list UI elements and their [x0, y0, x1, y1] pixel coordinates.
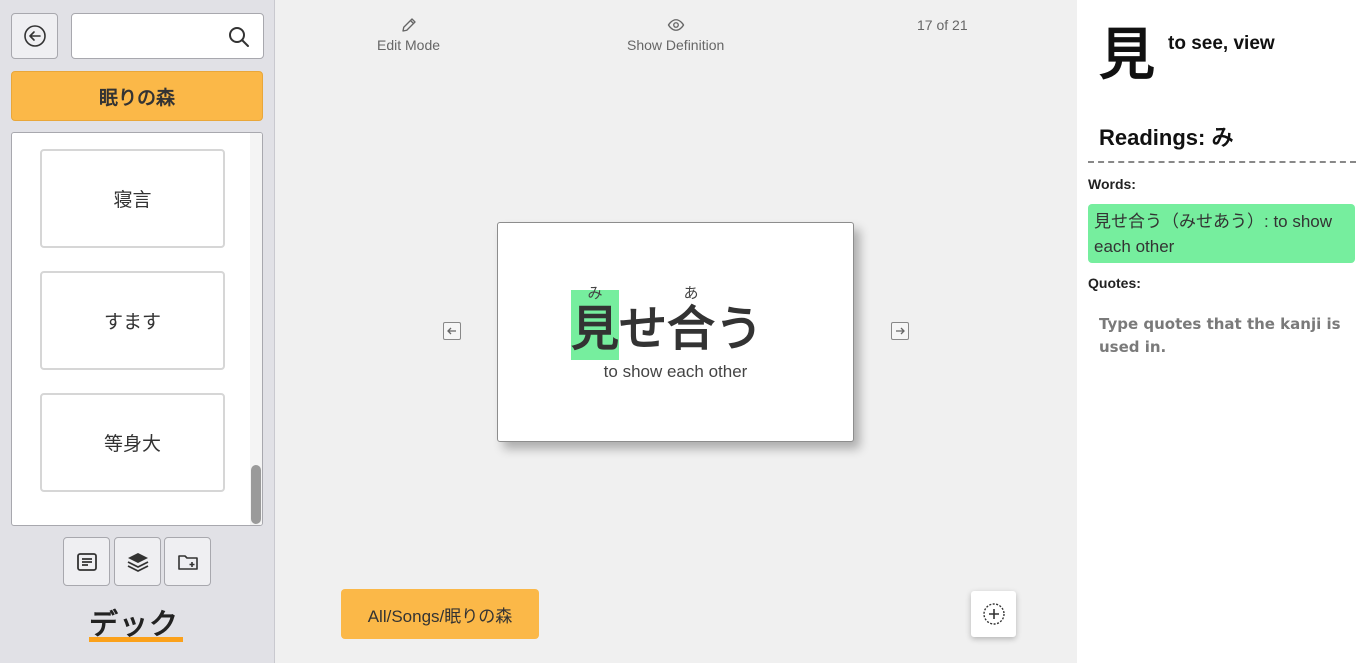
back-button[interactable]	[11, 13, 58, 59]
eye-icon	[667, 19, 684, 31]
card-list-item[interactable]: すます	[40, 271, 225, 370]
kanji-readings: Readings: み	[1099, 125, 1234, 150]
flashcard-definition: to show each other	[603, 362, 748, 381]
flashcard-char: う	[715, 290, 763, 360]
deck-path-button[interactable]: All/Songs/眠りの森	[341, 589, 539, 639]
search-box	[71, 13, 264, 59]
furigana: あ	[683, 285, 699, 302]
prev-card-button[interactable]	[443, 322, 461, 340]
notes-icon	[76, 552, 97, 571]
kanji-meaning: to see, view	[1168, 33, 1275, 54]
flashcard-word: み 見 せ あ 合 う	[571, 270, 763, 360]
deck-title-button[interactable]: 眠りの森	[11, 71, 263, 121]
arrow-left-icon	[447, 327, 456, 335]
word-entry[interactable]: 見せ合う（みせあう）: to show each other	[1088, 204, 1355, 263]
edit-mode-label: Edit Mode	[377, 37, 441, 53]
quotes-label: Quotes:	[1088, 275, 1141, 291]
card-list-item[interactable]: 寝言	[40, 149, 225, 248]
show-definition-button[interactable]: Show Definition	[627, 16, 724, 53]
pencil-icon	[401, 18, 416, 32]
furigana: み	[587, 285, 603, 302]
flashcard-char: み 見	[571, 286, 620, 360]
deck-label-underline	[89, 637, 183, 642]
card-list-item[interactable]: 等身大	[40, 393, 225, 492]
char-glyph: せ	[619, 303, 668, 356]
back-arrow-icon	[23, 25, 46, 47]
new-folder-icon	[177, 554, 198, 570]
quotes-input[interactable]	[1088, 302, 1355, 382]
kanji-character: 見	[1099, 23, 1155, 86]
scrollbar-thumb[interactable]	[251, 465, 261, 524]
layers-button[interactable]	[114, 537, 161, 586]
arrow-right-icon	[896, 327, 905, 335]
layers-icon	[127, 552, 148, 572]
edit-mode-button[interactable]: Edit Mode	[377, 16, 440, 53]
add-card-button[interactable]	[971, 591, 1016, 637]
next-card-button[interactable]	[891, 322, 909, 340]
char-glyph: う	[715, 303, 764, 356]
search-icon[interactable]	[227, 25, 251, 49]
flashcard-char: せ	[619, 290, 667, 360]
flashcard[interactable]: み 見 せ あ 合 う to show each other	[497, 222, 854, 442]
words-label: Words:	[1088, 176, 1136, 192]
show-definition-label: Show Definition	[627, 37, 725, 53]
scrollbar-track[interactable]	[250, 133, 262, 525]
card-list: 寝言 すます 等身大	[11, 132, 263, 526]
search-input[interactable]	[78, 22, 218, 50]
add-circle-icon	[982, 603, 1005, 625]
card-counter: 17 of 21	[917, 17, 968, 33]
new-folder-button[interactable]	[164, 537, 211, 586]
flashcard-char: あ 合	[667, 286, 716, 360]
sidebar: 眠りの森 寝言 すます 等身大 デック	[0, 0, 275, 663]
divider	[1088, 161, 1356, 163]
notes-button[interactable]	[63, 537, 110, 586]
char-glyph: 見	[571, 303, 620, 356]
char-glyph: 合	[667, 303, 716, 356]
kanji-detail-panel: 見 to see, view Readings: み Words: 見せ合う（み…	[1077, 0, 1366, 663]
